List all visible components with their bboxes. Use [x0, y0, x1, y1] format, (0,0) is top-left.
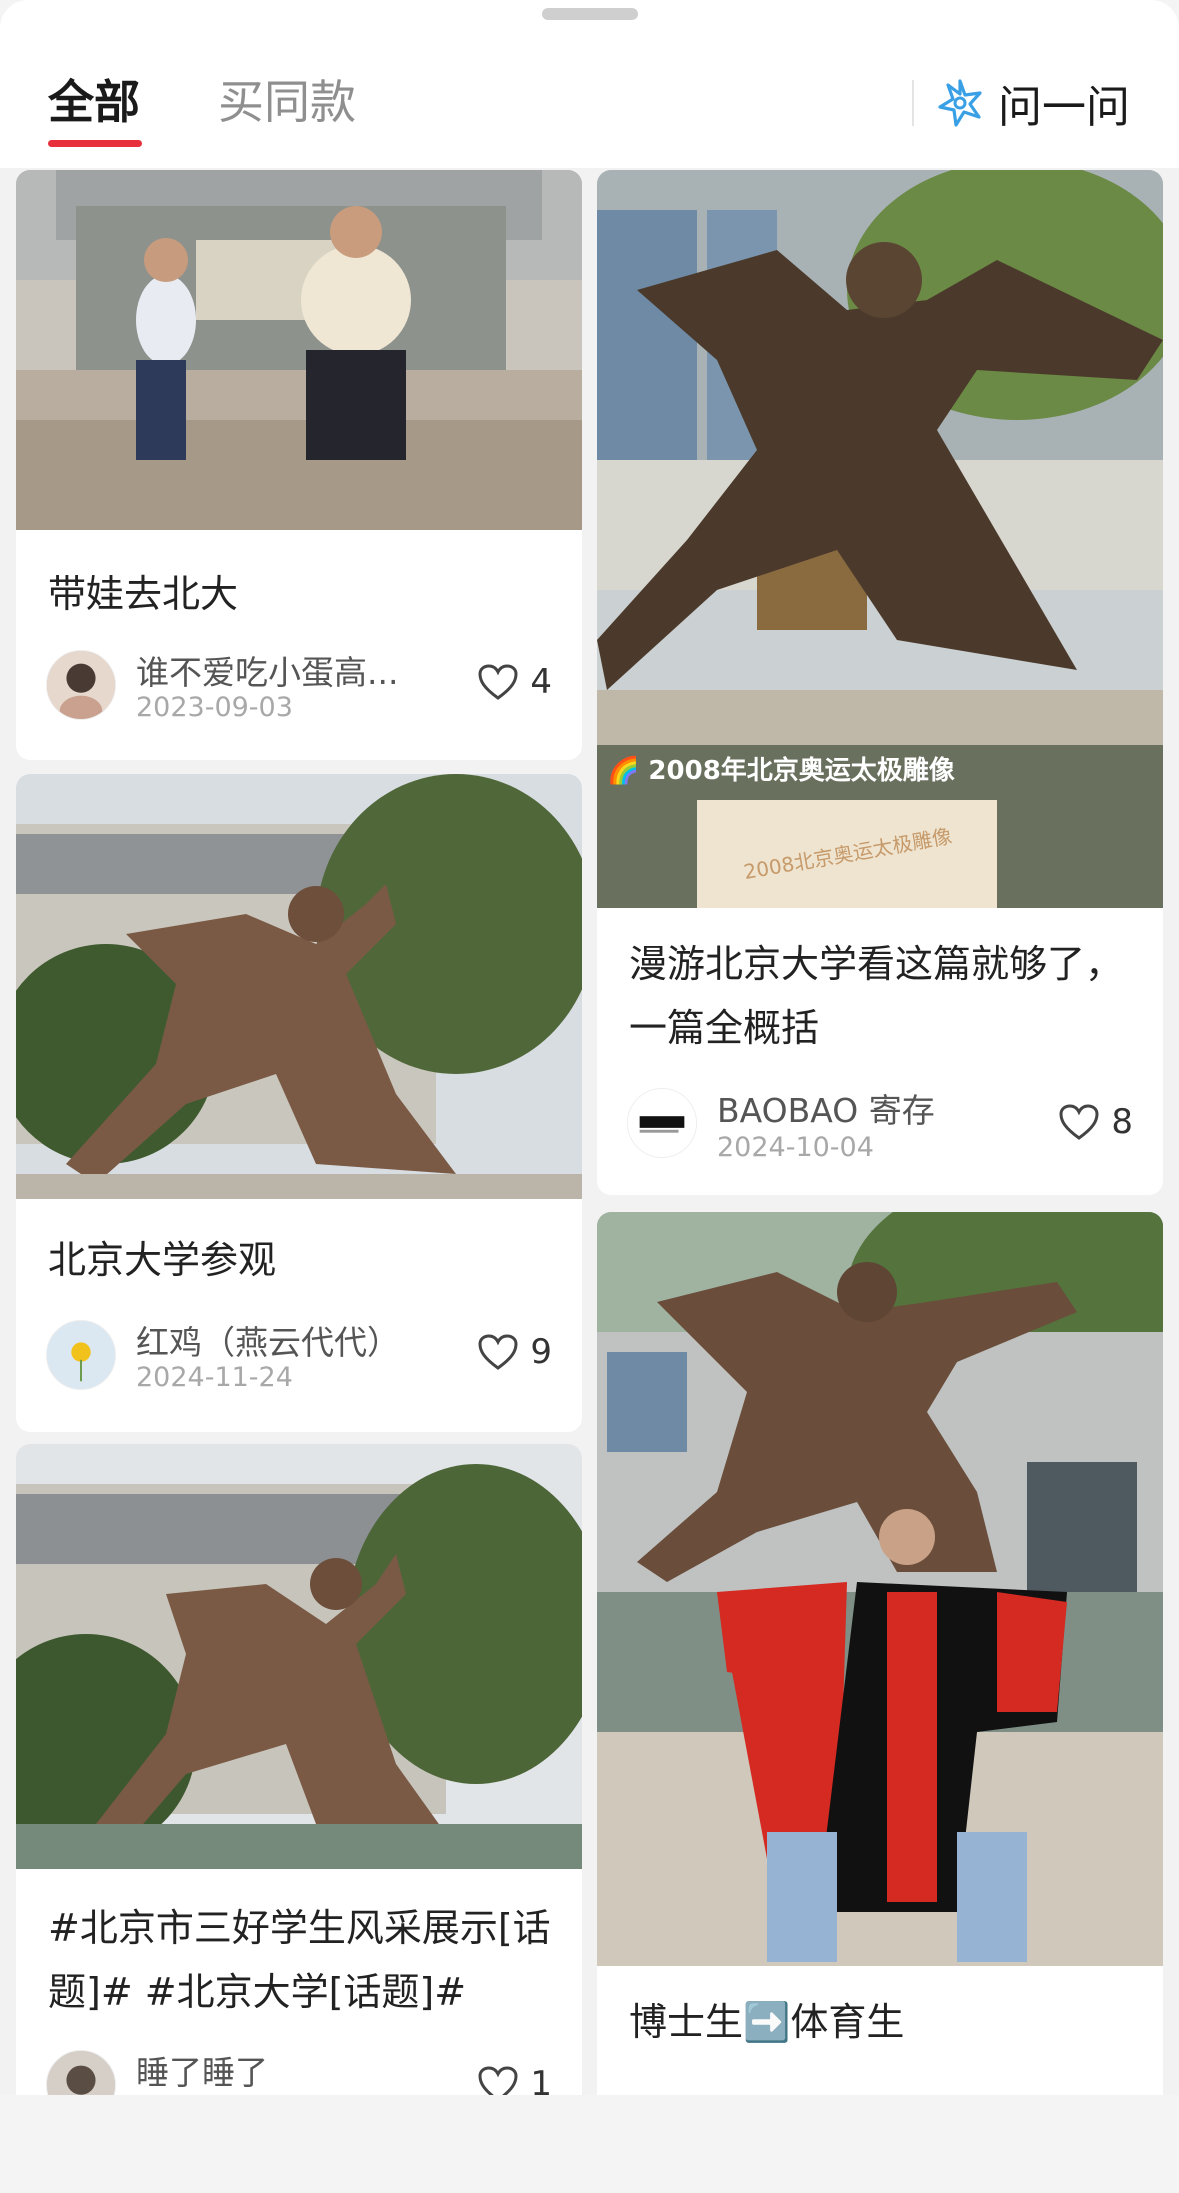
- like-count: 9: [530, 1332, 552, 1372]
- post-date: 2024-11-24: [136, 1362, 293, 1393]
- like-button[interactable]: 8: [1057, 1102, 1133, 1142]
- post-image: [16, 774, 582, 1199]
- post-date: 2024-10-04: [717, 1132, 874, 1163]
- image-caption: 🌈 2008年北京奥运太极雕像: [607, 756, 955, 786]
- post-title: 博士生➡️体育生: [629, 2000, 905, 2044]
- heart-icon: [1059, 1104, 1099, 1140]
- tab-same-style[interactable]: 买同款: [218, 72, 356, 132]
- sparkle-star-icon: [938, 79, 982, 127]
- active-tab-indicator: [48, 140, 142, 147]
- header: 全部 买同款 问一问: [0, 0, 1179, 168]
- ask-button[interactable]: 问一问: [934, 70, 1130, 136]
- heart-icon: [478, 1334, 518, 1370]
- like-button[interactable]: 1: [476, 2064, 552, 2095]
- post-image: [16, 170, 582, 530]
- avatar[interactable]: [46, 650, 116, 720]
- post-title: 北京大学参观: [48, 1238, 277, 1282]
- avatar[interactable]: [627, 1088, 697, 1158]
- divider: [912, 80, 914, 126]
- author-name[interactable]: 谁不爱吃小蛋高...: [136, 646, 436, 694]
- post-image: [597, 1212, 1163, 1966]
- post-title: 漫游北京大学看这篇就够了，一篇全概括: [629, 942, 1124, 1050]
- post-title: 带娃去北大: [48, 572, 239, 616]
- heart-icon: [478, 664, 518, 700]
- like-count: 8: [1111, 1102, 1133, 1142]
- like-count: 1: [530, 2064, 552, 2095]
- like-button[interactable]: 9: [476, 1332, 552, 1372]
- drag-handle[interactable]: [542, 8, 638, 20]
- author-name[interactable]: 睡了睡了: [136, 2046, 436, 2094]
- post-card[interactable]: 博士生➡️体育生: [597, 1212, 1163, 2095]
- avatar[interactable]: [46, 1320, 116, 1390]
- like-count: 4: [530, 662, 552, 702]
- post-card[interactable]: #北京市三好学生风采展示[话题]# #北京大学[话题]# 睡了睡了 1: [16, 1444, 582, 2095]
- author-name[interactable]: 红鸡（燕云代代）: [136, 1316, 436, 1364]
- author-name[interactable]: BAOBAO 寄存: [717, 1084, 977, 1132]
- ask-label: 问一问: [998, 82, 1130, 133]
- bottom-bar: [0, 2095, 1179, 2193]
- post-title: #北京市三好学生风采展示[话题]# #北京大学[话题]#: [48, 1906, 551, 2014]
- post-image: [16, 1444, 582, 1869]
- post-card[interactable]: 🌈 2008年北京奥运太极雕像 2008北京奥运太极雕像 漫游北京大学看这篇就够…: [597, 170, 1163, 1195]
- post-image: 🌈 2008年北京奥运太极雕像 2008北京奥运太极雕像: [597, 170, 1163, 908]
- post-card[interactable]: 北京大学参观 红鸡（燕云代代） 2024-11-24 9: [16, 774, 582, 1432]
- avatar[interactable]: [46, 2050, 116, 2095]
- post-card[interactable]: 带娃去北大 谁不爱吃小蛋高... 2023-09-03 4: [16, 170, 582, 760]
- bottom-sheet: 全部 买同款 问一问 带娃去北大 谁不爱吃小蛋高... 2023-09-03 4…: [0, 0, 1179, 2095]
- tab-all[interactable]: 全部: [48, 72, 140, 132]
- post-date: 2023-09-03: [136, 692, 293, 723]
- like-button[interactable]: 4: [476, 662, 552, 702]
- heart-icon: [478, 2066, 518, 2095]
